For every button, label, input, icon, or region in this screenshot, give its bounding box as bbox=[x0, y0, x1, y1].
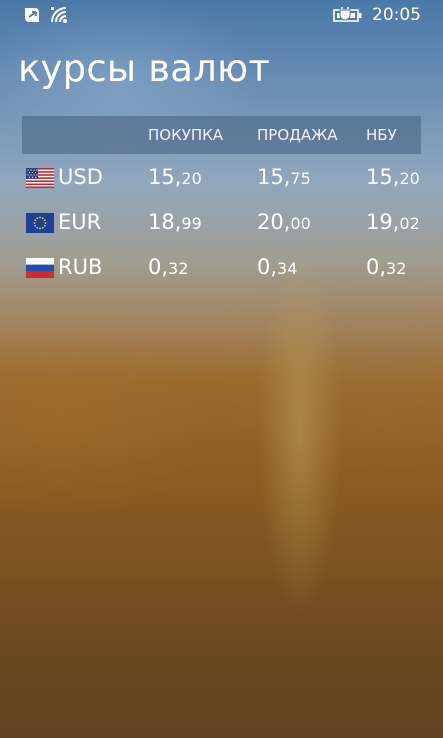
table-row[interactable]: USD 15,20 15,75 15,20 bbox=[22, 154, 421, 199]
nbu-rate: 0,32 bbox=[366, 255, 407, 279]
table-header: ПОКУПКА ПРОДАЖА НБУ bbox=[22, 116, 421, 154]
table-row[interactable]: RUB 0,32 0,34 0,32 bbox=[22, 244, 421, 289]
nbu-rate: 19,02 bbox=[366, 210, 420, 234]
battery-charging-icon bbox=[333, 6, 363, 24]
sell-rate: 20,00 bbox=[257, 210, 311, 234]
currency-code: RUB bbox=[58, 255, 103, 279]
wifi-icon bbox=[50, 6, 70, 24]
currency-code: USD bbox=[58, 165, 103, 189]
buy-rate: 0,32 bbox=[148, 255, 189, 279]
sell-rate: 0,34 bbox=[257, 255, 298, 279]
header-sell: ПРОДАЖА bbox=[257, 126, 338, 144]
status-bar: 20:05 bbox=[0, 0, 443, 32]
ru-flag-icon bbox=[26, 258, 54, 279]
eu-flag-icon bbox=[26, 213, 54, 233]
sell-rate: 15,75 bbox=[257, 165, 311, 189]
buy-rate: 18,99 bbox=[148, 210, 202, 234]
table-row[interactable]: EUR 18,99 20,00 19,02 bbox=[22, 199, 421, 244]
nbu-rate: 15,20 bbox=[366, 165, 420, 189]
us-flag-icon bbox=[26, 168, 54, 188]
status-time: 20:05 bbox=[372, 5, 421, 25]
header-nbu: НБУ bbox=[366, 126, 397, 144]
currency-code: EUR bbox=[58, 210, 102, 234]
background-image bbox=[0, 0, 443, 738]
header-buy: ПОКУПКА bbox=[148, 126, 224, 144]
page-title: курсы валют bbox=[18, 47, 271, 90]
app-notification-icon bbox=[22, 6, 42, 24]
buy-rate: 15,20 bbox=[148, 165, 202, 189]
rates-table: ПОКУПКА ПРОДАЖА НБУ USD 15,20 15,75 15,2… bbox=[22, 116, 421, 289]
